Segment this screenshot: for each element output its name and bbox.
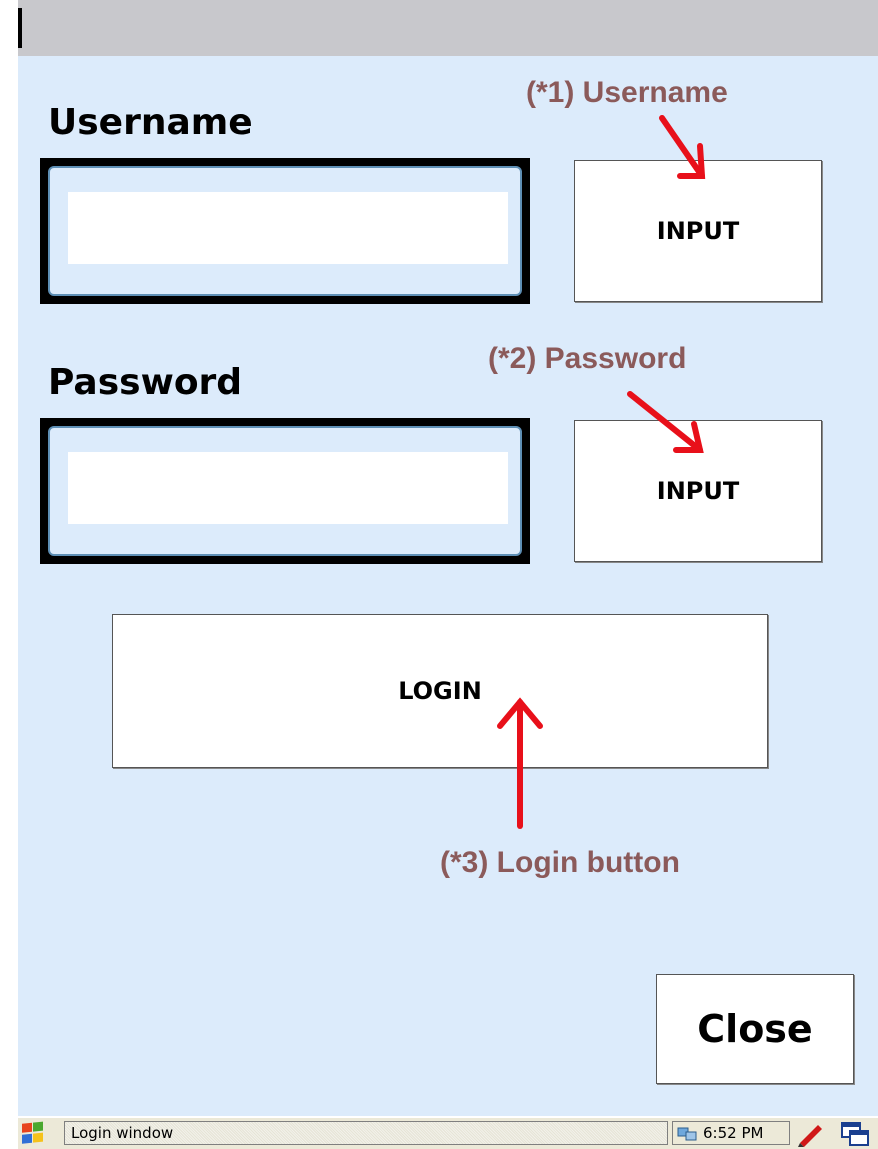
annotation-login-button: (*3) Login button xyxy=(440,846,680,879)
title-bar xyxy=(18,0,878,56)
windows-start-icon[interactable] xyxy=(20,1121,46,1147)
network-icon[interactable] xyxy=(677,1124,697,1142)
pen-icon[interactable] xyxy=(794,1121,826,1147)
clock[interactable]: 6:52 PM xyxy=(703,1122,763,1144)
annotation-username: (*1) Username xyxy=(526,76,728,109)
username-input[interactable] xyxy=(68,192,508,264)
login-button[interactable]: LOGIN xyxy=(112,614,768,768)
left-margin xyxy=(0,0,18,1149)
username-label: Username xyxy=(48,102,253,143)
taskbar-item-login-window[interactable]: Login window xyxy=(64,1121,668,1145)
annotation-password: (*2) Password xyxy=(488,342,687,375)
password-input-button[interactable]: INPUT xyxy=(574,420,822,562)
close-button[interactable]: Close xyxy=(656,974,854,1084)
password-field-border xyxy=(48,426,522,556)
username-input-button[interactable]: INPUT xyxy=(574,160,822,302)
text-caret xyxy=(18,8,22,48)
username-field-frame xyxy=(40,158,530,304)
system-tray: 6:52 PM xyxy=(672,1121,790,1145)
window-switch-icon[interactable] xyxy=(838,1121,874,1147)
password-field-frame xyxy=(40,418,530,564)
login-window: Username INPUT Password INPUT LOGIN Clos… xyxy=(18,56,878,1126)
taskbar: Login window 6:52 PM xyxy=(18,1116,878,1149)
password-label: Password xyxy=(48,362,243,403)
username-field-border xyxy=(48,166,522,296)
password-input[interactable] xyxy=(68,452,508,524)
